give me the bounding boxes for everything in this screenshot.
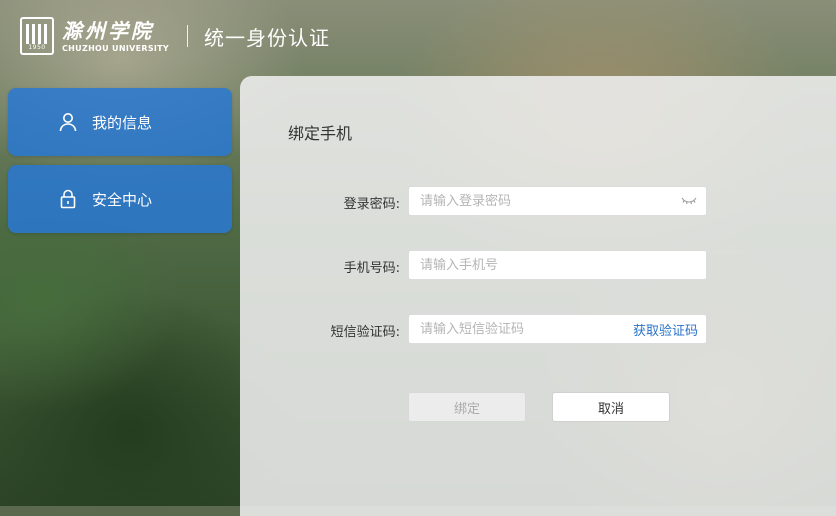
university-logo-icon: 1950 (20, 17, 54, 55)
password-field-wrapper (408, 186, 707, 216)
sms-field-wrapper: 获取验证码 (408, 314, 707, 344)
sms-row: 短信验证码: 获取验证码 (240, 314, 400, 346)
header-divider (187, 25, 188, 47)
page-title: 绑定手机 (288, 120, 352, 144)
user-icon (58, 112, 78, 132)
phone-input[interactable] (409, 251, 706, 279)
password-label: 登录密码: (240, 193, 400, 212)
sidebar-item-label: 我的信息 (92, 112, 152, 133)
sms-code-label: 短信验证码: (240, 321, 400, 340)
system-title: 统一身份认证 (204, 22, 330, 51)
sidebar-item-my-info[interactable]: 我的信息 (8, 88, 232, 156)
logo-english-name: CHUZHOU UNIVERSITY (62, 44, 169, 53)
phone-field-wrapper (408, 250, 707, 280)
lock-icon (58, 189, 78, 209)
get-sms-code-button[interactable]: 获取验证码 (633, 320, 698, 339)
phone-row: 手机号码: (240, 250, 400, 282)
sidebar-item-label: 安全中心 (92, 189, 152, 210)
eye-closed-icon[interactable] (680, 194, 698, 208)
sidebar: 我的信息 安全中心 (8, 88, 232, 242)
sms-code-input[interactable] (409, 315, 633, 343)
bind-phone-panel: 绑定手机 登录密码: 手机号码: 短信验证码: 获取验证码 (240, 76, 836, 516)
bind-button[interactable]: 绑定 (408, 392, 526, 422)
logo-text: 滁州学院 CHUZHOU UNIVERSITY (62, 20, 169, 53)
logo-chinese-name: 滁州学院 (62, 20, 169, 42)
header: 1950 滁州学院 CHUZHOU UNIVERSITY 统一身份认证 (20, 14, 330, 58)
password-input[interactable] (409, 187, 680, 215)
password-row: 登录密码: (240, 186, 400, 218)
cancel-button[interactable]: 取消 (552, 392, 670, 422)
phone-label: 手机号码: (240, 257, 400, 276)
sidebar-item-security-center[interactable]: 安全中心 (8, 165, 232, 233)
